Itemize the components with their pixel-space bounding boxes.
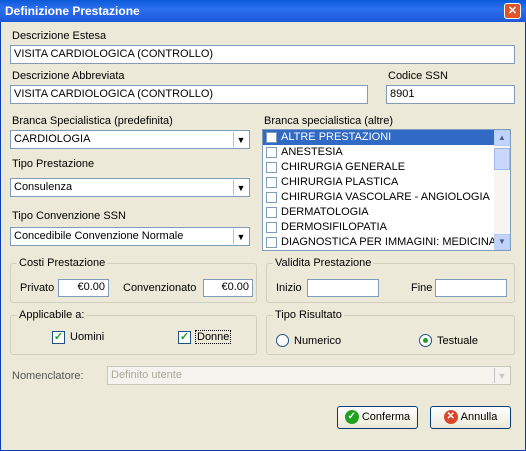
branca-predefinita-value: CARDIOLOGIA <box>14 133 91 145</box>
checkbox[interactable] <box>266 221 277 233</box>
list-item[interactable]: DIAGNOSTICA PER IMMAGINI: MEDICINA <box>263 235 510 250</box>
annulla-button[interactable]: ✕ Annulla <box>430 406 511 429</box>
title-bar[interactable]: Definizione Prestazione ✕ <box>0 0 526 22</box>
descrizione-abbreviata-label: Descrizione Abbreviata <box>12 70 125 82</box>
validita-legend: Validita Prestazione <box>273 257 374 269</box>
convenzionato-input[interactable]: €0.00 <box>203 279 253 297</box>
checkbox[interactable] <box>266 191 277 203</box>
checkbox[interactable] <box>266 176 277 188</box>
scroll-up-icon[interactable]: ▲ <box>494 130 510 146</box>
costi-legend: Costi Prestazione <box>17 257 108 269</box>
list-item[interactable]: DERMOSIFILOPATIA <box>263 220 510 235</box>
testuale-label: Testuale <box>437 335 478 347</box>
numerico-label: Numerico <box>294 335 342 347</box>
privato-label: Privato <box>20 282 55 294</box>
check-icon: ✓ <box>344 410 359 425</box>
window-title: Definizione Prestazione <box>5 4 140 18</box>
list-item[interactable]: CHIRURGIA VASCOLARE - ANGIOLOGIA <box>263 190 510 205</box>
nomenclatore-value: Definito utente <box>111 369 182 381</box>
convenzionato-label: Convenzionato <box>123 282 197 294</box>
tipo-prestazione-select[interactable]: Consulenza ▼ <box>10 178 250 197</box>
close-button[interactable]: ✕ <box>504 3 521 19</box>
checkbox[interactable] <box>266 131 277 143</box>
inizio-label: Inizio <box>276 282 302 294</box>
list-item[interactable]: ANESTESIA <box>263 145 510 160</box>
list-item[interactable]: CHIRURGIA PLASTICA <box>263 175 510 190</box>
vertical-scrollbar[interactable]: ▲ ▼ <box>494 130 510 250</box>
scroll-thumb[interactable] <box>494 148 510 170</box>
list-item[interactable]: DERMATOLOGIA <box>263 205 510 220</box>
branca-altre-list[interactable]: ALTRE PRESTAZIONI ANESTESIA CHIRURGIA GE… <box>262 129 511 251</box>
donne-checkbox[interactable]: ✓ <box>178 331 191 344</box>
radio-dot <box>423 338 428 343</box>
tipo-risultato-legend: Tipo Risultato <box>273 309 344 321</box>
descrizione-estesa-input[interactable]: VISITA CARDIOLOGICA (CONTROLLO) <box>10 45 515 64</box>
chevron-down-icon[interactable]: ▼ <box>233 132 248 147</box>
applicabile-legend: Applicabile a: <box>17 309 87 321</box>
checkbox[interactable] <box>266 236 277 248</box>
chevron-down-icon[interactable]: ▼ <box>233 180 248 195</box>
donne-label: Donne <box>195 330 232 344</box>
list-item[interactable]: CHIRURGIA GENERALE <box>263 160 510 175</box>
uomini-label: Uomini <box>70 331 105 343</box>
fine-label: Fine <box>411 282 433 294</box>
tipo-prestazione-label: Tipo Prestazione <box>12 158 95 170</box>
list-item[interactable]: ALTRE PRESTAZIONI <box>263 130 510 145</box>
chevron-down-icon[interactable]: ▼ <box>494 368 509 383</box>
testuale-radio[interactable] <box>419 334 432 347</box>
nomenclatore-select[interactable]: Definito utente ▼ <box>107 366 511 385</box>
branca-predefinita-select[interactable]: CARDIOLOGIA ▼ <box>10 130 250 149</box>
branca-predefinita-label: Branca Specialistica (predefinita) <box>12 115 173 127</box>
close-icon: ✕ <box>507 5 518 17</box>
nomenclatore-label: Nomenclatore: <box>12 370 84 382</box>
descrizione-estesa-label: Descrizione Estesa <box>12 30 107 42</box>
numerico-radio[interactable] <box>276 334 289 347</box>
uomini-checkbox[interactable]: ✓ <box>52 331 65 344</box>
inizio-input[interactable] <box>307 279 379 297</box>
privato-input[interactable]: €0.00 <box>58 279 109 297</box>
branca-altre-label: Branca specialistica (altre) <box>264 115 393 127</box>
tipo-convenzione-value: Concedibile Convenzione Normale <box>14 230 184 242</box>
cancel-icon: ✕ <box>443 410 458 425</box>
conferma-button[interactable]: ✓ Conferma <box>337 406 418 429</box>
checkbox[interactable] <box>266 161 277 173</box>
fine-input[interactable] <box>435 279 507 297</box>
checkbox[interactable] <box>266 146 277 158</box>
tipo-prestazione-value: Consulenza <box>14 181 73 193</box>
codice-ssn-label: Codice SSN <box>388 70 448 82</box>
scroll-down-icon[interactable]: ▼ <box>494 234 510 250</box>
codice-ssn-input[interactable]: 8901 <box>386 85 515 104</box>
tipo-convenzione-select[interactable]: Concedibile Convenzione Normale ▼ <box>10 227 250 246</box>
chevron-down-icon[interactable]: ▼ <box>233 229 248 244</box>
tipo-convenzione-label: Tipo Convenzione SSN <box>12 210 126 222</box>
descrizione-abbreviata-input[interactable]: VISITA CARDIOLOGICA (CONTROLLO) <box>10 85 368 104</box>
checkbox[interactable] <box>266 206 277 218</box>
